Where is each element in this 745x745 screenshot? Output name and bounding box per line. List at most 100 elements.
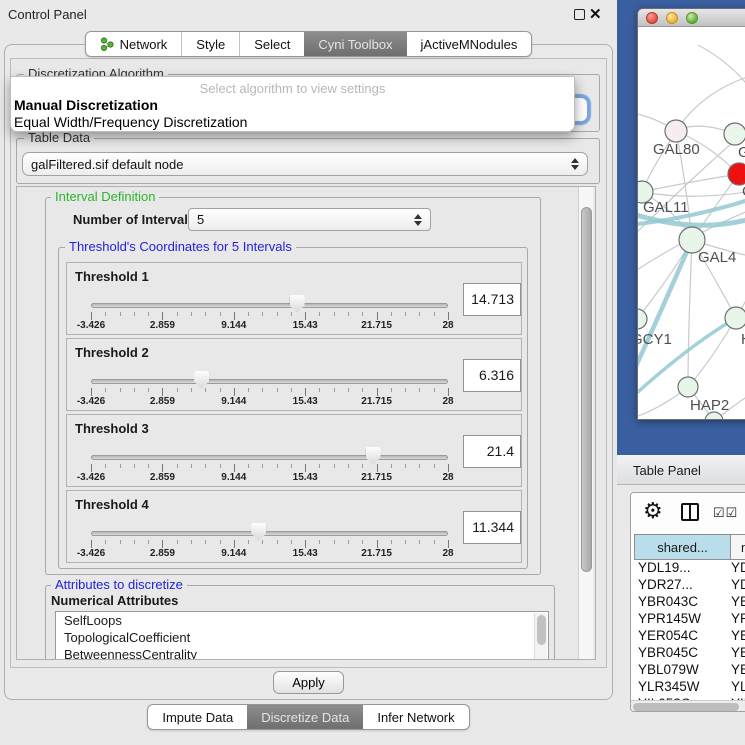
control-panel-titlebar: Control Panel ✕ [0,0,617,28]
numerical-attributes-label: Numerical Attributes [51,593,178,608]
scale-label: 28 [442,396,453,407]
network-edge [642,189,745,196]
table-cell[interactable]: YBL0 [731,662,745,677]
network-edge [676,73,745,131]
tab-style[interactable]: Style [181,32,239,56]
slider-scale-labels: -3.4262.8599.14415.4321.71528 [91,472,448,484]
zoom-traffic-light-icon[interactable] [686,12,698,24]
numerical-attributes-list[interactable]: SelfLoopsTopologicalCoefficientBetweenne… [55,611,549,660]
attributes-group-title: Attributes to discretize [51,578,187,592]
close-icon[interactable]: ✕ [589,5,602,23]
tab-label: Impute Data [162,710,233,725]
column-header-name[interactable]: na [730,534,745,560]
scrollbar-thumb[interactable] [633,703,739,711]
table-row: YBR043C YBR0 [634,594,745,611]
tab-infer-network[interactable]: Infer Network [363,705,468,729]
table-cell[interactable]: YBR045C [638,645,698,660]
network-node[interactable] [665,120,687,142]
network-node[interactable] [678,377,698,397]
network-canvas[interactable]: GAL80GCGAL11GAL4GCY1HHAP2 [638,27,745,420]
number-of-intervals-combobox[interactable]: 5 [188,208,431,231]
table-cell[interactable]: YDL1 [731,560,745,575]
checkbox-icons[interactable]: ☑☑ [713,505,738,521]
network-node[interactable] [724,123,745,145]
threshold-value-field[interactable]: 11.344 [463,511,521,544]
tab-network[interactable]: Network [86,32,182,56]
apply-button[interactable]: Apply [273,671,344,694]
table-cell[interactable]: YPR1 [731,611,745,626]
slider-track[interactable] [91,455,448,460]
scale-label: 15.43 [293,396,318,407]
slider-thumb[interactable] [251,523,266,541]
tab-label: Style [196,37,225,52]
table-cell[interactable]: YLR3 [731,679,745,694]
table-cell[interactable]: YDR2 [731,577,745,592]
slider-scale-labels: -3.4262.8599.14415.4321.71528 [91,548,448,560]
scale-label: 9.144 [221,548,246,559]
slider-thumb[interactable] [194,371,209,389]
tab-discretize-data[interactable]: Discretize Data [247,705,363,729]
attribute-list-item[interactable]: SelfLoops [56,612,548,629]
number-of-intervals-label: Number of Intervals [73,212,195,227]
threshold-panel: Threshold 3-3.4262.8599.14415.4321.71528… [66,414,522,487]
minimize-traffic-light-icon[interactable] [666,12,678,24]
table-horizontal-scrollbar[interactable] [631,700,745,712]
tab-label: Infer Network [377,710,454,725]
threshold-value-field[interactable]: 21.4 [463,435,521,468]
table-cell[interactable]: YPR145W [638,611,701,626]
table-cell[interactable]: YDR27... [638,577,693,592]
network-node-label: G [738,144,745,161]
scale-label: -3.426 [77,548,105,559]
network-window-titlebar[interactable] [638,9,745,27]
dropdown-item-manual-discretization[interactable]: Manual Discretization [14,97,158,113]
threshold-value-field[interactable]: 14.713 [463,283,521,316]
table-cell[interactable]: YBR043C [638,594,698,609]
network-edge-highlighted [638,240,692,379]
scale-label: 28 [442,548,453,559]
scale-label: 21.715 [361,320,392,331]
network-node[interactable] [725,307,745,329]
threshold-value-field[interactable]: 6.316 [463,359,521,392]
table-cell[interactable]: YBL079W [638,662,699,677]
table-cell[interactable]: YBR0 [731,645,745,660]
panel-scrollbar[interactable] [578,187,593,659]
scale-label: 2.859 [150,472,175,483]
tab-cyni-toolbox[interactable]: Cyni Toolbox [304,32,406,56]
table-data-selected: galFiltered.sif default node [31,157,567,172]
attribute-list-item[interactable]: BetweennessCentrality [56,646,548,660]
network-node[interactable] [638,309,647,329]
table-cell[interactable]: YER054C [638,628,698,643]
scrollbar-thumb[interactable] [581,207,592,572]
network-node[interactable] [728,163,745,185]
table-cell[interactable]: YER0 [731,628,745,643]
control-panel-title: Control Panel [8,7,87,22]
network-node-label: GAL80 [653,141,700,158]
column-header-shared-name[interactable]: shared... [634,534,731,560]
tab-jactivemnodules[interactable]: jActiveMNodules [407,32,532,56]
slider-thumb[interactable] [366,447,381,465]
close-traffic-light-icon[interactable] [646,12,658,24]
table-data-combobox[interactable]: galFiltered.sif default node [22,152,588,176]
gear-icon[interactable]: ⚙ [643,498,663,524]
scale-label: 2.859 [150,396,175,407]
slider-track[interactable] [91,531,448,536]
columns-icon[interactable] [681,503,699,521]
slider-thumb[interactable] [290,295,305,313]
list-scrollbar[interactable] [534,613,547,660]
attribute-list-item[interactable]: TopologicalCoefficient [56,629,548,646]
float-icon[interactable] [574,9,585,20]
slider-track[interactable] [91,379,448,384]
tab-select[interactable]: Select [239,32,304,56]
dropdown-hint: Select algorithm to view settings [11,81,574,96]
threshold-label: Threshold 4 [75,497,149,512]
tab-label: Network [120,37,168,52]
dropdown-item-equal-width-frequency[interactable]: Equal Width/Frequency Discretization [14,114,247,130]
table-cell[interactable]: YBR0 [731,594,745,609]
table-row: YDR27... YDR2 [634,577,745,594]
threshold-label: Threshold 1 [75,269,149,284]
tab-impute-data[interactable]: Impute Data [148,705,247,729]
table-cell[interactable]: YLR345W [638,679,700,694]
table-cell[interactable]: YDL19... [638,560,691,575]
slider-track[interactable] [91,303,448,308]
scale-label: 15.43 [293,320,318,331]
